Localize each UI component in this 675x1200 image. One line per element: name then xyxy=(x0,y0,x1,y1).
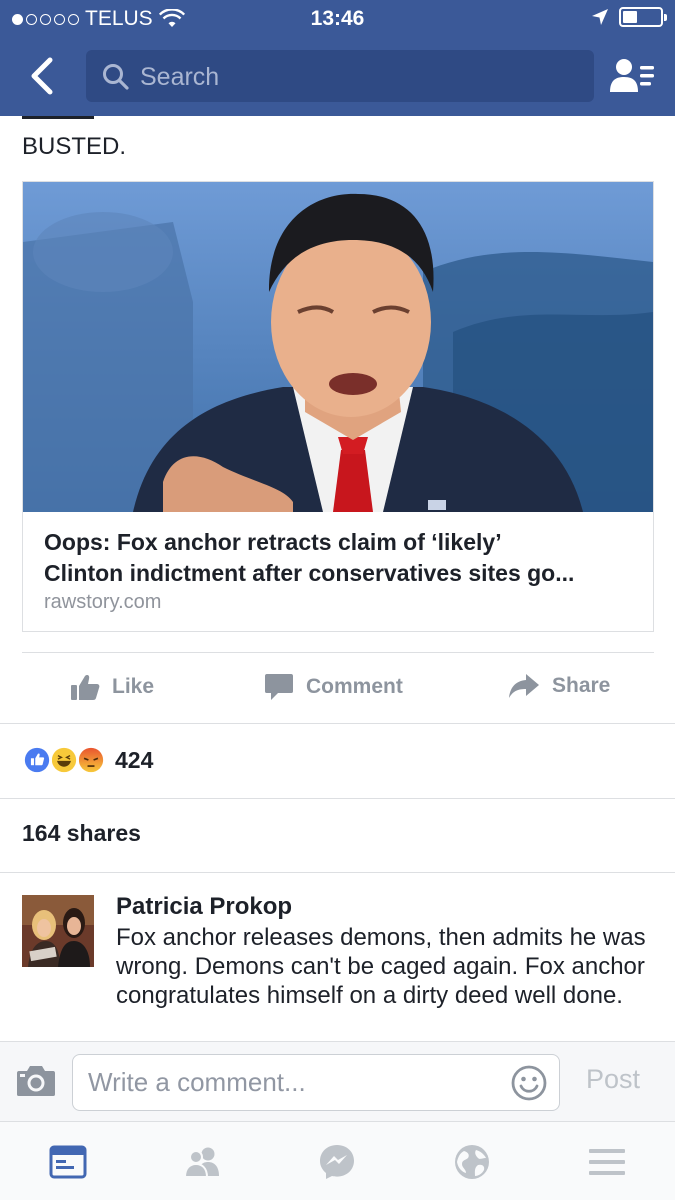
divider xyxy=(22,652,654,653)
post-actions-bar: Like Comment Share xyxy=(0,655,675,721)
share-arrow-icon xyxy=(509,674,539,698)
divider xyxy=(0,723,675,724)
haha-reaction-icon xyxy=(49,745,79,775)
like-label: Like xyxy=(112,675,155,698)
camera-icon[interactable] xyxy=(16,1062,56,1098)
comment-icon xyxy=(265,674,293,700)
thumbs-up-icon xyxy=(71,675,100,700)
location-arrow-icon xyxy=(592,9,608,25)
link-title[interactable]: Oops: Fox anchor retracts claim of ‘like… xyxy=(44,527,639,589)
like-reaction-icon xyxy=(22,745,52,775)
comment-input[interactable]: Write a comment... xyxy=(72,1054,560,1111)
post-comment-button[interactable]: Post xyxy=(586,1064,640,1095)
link-preview-card[interactable]: Oops: Fox anchor retracts claim of ‘like… xyxy=(22,181,654,632)
divider xyxy=(0,798,675,799)
comment-button[interactable]: Comment xyxy=(264,673,403,701)
comment-input-placeholder: Write a comment... xyxy=(88,1067,306,1097)
clock: 13:46 xyxy=(310,7,365,30)
search-icon xyxy=(103,64,129,90)
reaction-count: 424 xyxy=(115,746,154,773)
news-feed-icon[interactable] xyxy=(48,1142,88,1182)
share-label: Share xyxy=(552,674,611,697)
link-preview-image xyxy=(23,182,653,512)
globe-icon[interactable] xyxy=(452,1142,492,1182)
friends-icon[interactable] xyxy=(182,1142,222,1182)
menu-icon[interactable] xyxy=(587,1142,627,1182)
friend-requests-icon[interactable] xyxy=(608,56,656,96)
comment-text: Fox anchor releases demons, then admits … xyxy=(116,924,646,1009)
status-bar: TELUS 13:46 xyxy=(0,0,675,38)
comment-label: Comment xyxy=(306,675,403,698)
link-title-line-2: Clinton indictment after conservatives s… xyxy=(44,560,575,586)
like-button[interactable]: Like xyxy=(70,673,154,701)
comment-composer: Write a comment... Post xyxy=(0,1041,675,1121)
avatar[interactable] xyxy=(22,895,94,967)
share-button[interactable]: Share xyxy=(508,673,610,699)
messenger-icon[interactable] xyxy=(317,1142,357,1182)
search-bar[interactable]: Search xyxy=(86,50,594,102)
link-title-line-1: Oops: Fox anchor retracts claim of ‘like… xyxy=(44,529,502,555)
search-placeholder: Search xyxy=(140,63,220,91)
scroll-indicator xyxy=(22,116,94,119)
top-navigation-bar: TELUS 13:46 Search xyxy=(0,0,675,116)
battery-icon xyxy=(619,7,667,27)
sticker-smiley-icon[interactable] xyxy=(511,1065,547,1101)
reactions-summary[interactable]: 424 xyxy=(22,743,153,777)
back-arrow-icon[interactable] xyxy=(24,56,58,96)
link-domain: rawstory.com xyxy=(44,591,162,613)
post-text: BUSTED. xyxy=(22,133,127,160)
comment-author[interactable]: Patricia Prokop xyxy=(116,893,292,921)
shares-count[interactable]: 164 shares xyxy=(22,820,141,847)
divider xyxy=(0,872,675,873)
bottom-tab-bar xyxy=(0,1121,675,1200)
angry-reaction-icon xyxy=(76,745,106,775)
